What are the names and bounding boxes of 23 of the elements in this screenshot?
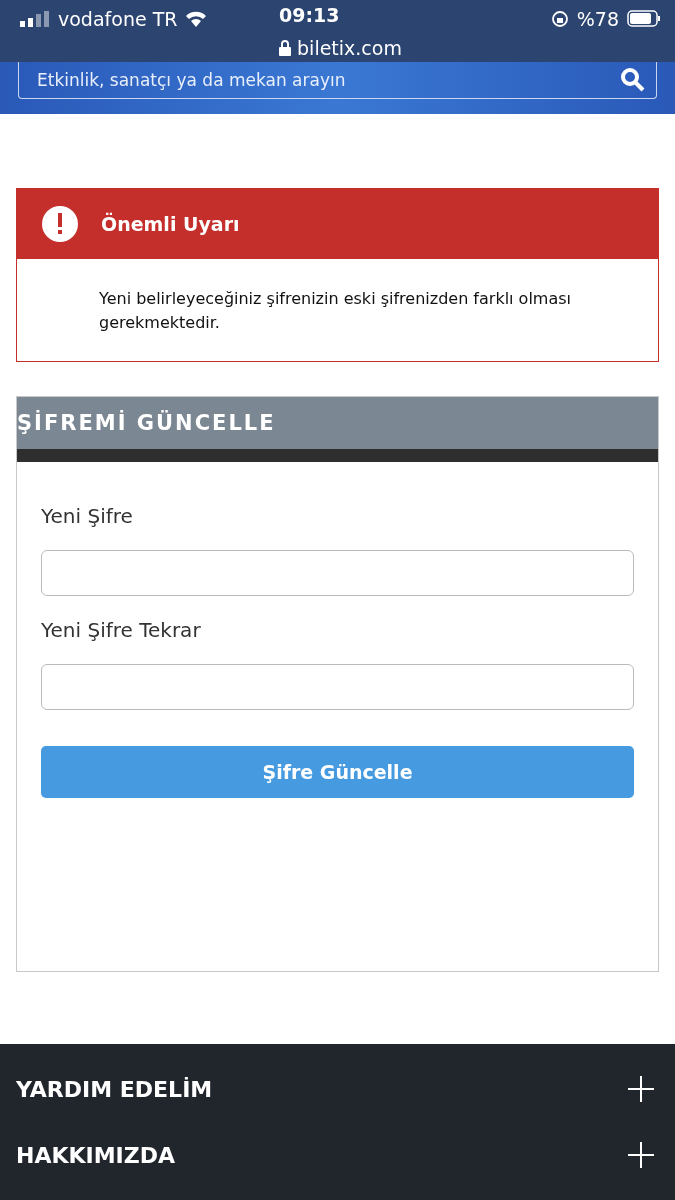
exclamation-icon [41, 205, 79, 243]
lock-icon [279, 39, 292, 56]
page-url[interactable]: biletix.com [297, 36, 402, 59]
field-label: Yeni Şifre [41, 504, 134, 528]
footer-section-title[interactable]: YARDIM EDELİM [16, 1076, 213, 1102]
signal-icon [20, 10, 50, 27]
rotation-lock-icon [550, 9, 569, 28]
clock-time: 09:13 [279, 4, 341, 28]
warning-message: Yeni belirleyeceğiniz şifrenizin eski şifrenizden farklı olması gerekmektedir. [99, 289, 572, 332]
plus-icon[interactable] [627, 1075, 655, 1103]
field-label: Yeni Şifre Tekrar [41, 618, 202, 642]
carrier-name: vodafone TR [58, 7, 178, 30]
battery-percent: %78 [576, 7, 619, 30]
password-field[interactable] [41, 550, 634, 596]
wifi-icon [185, 10, 208, 27]
password-field[interactable] [41, 664, 634, 710]
form-title: ŞİFREMİ GÜNCELLE [17, 411, 276, 435]
warning-title: Önemli Uyarı [101, 213, 240, 235]
footer-section-title[interactable]: HAKKIMIZDA [16, 1142, 176, 1168]
search-field[interactable]: Etkinlik, sanatçı ya da mekan arayın [18, 62, 657, 99]
battery-icon [627, 10, 661, 27]
search-icon[interactable] [620, 67, 646, 93]
plus-icon[interactable] [627, 1141, 655, 1169]
